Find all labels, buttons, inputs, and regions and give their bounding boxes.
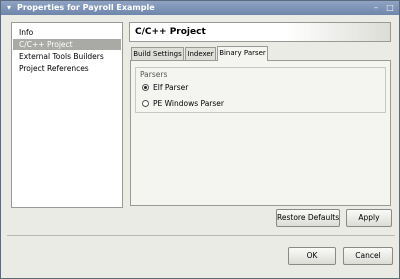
nav-item-cpp-project[interactable]: C/C++ Project	[13, 39, 121, 50]
page-title: C/C++ Project	[135, 27, 206, 37]
elf-parser-label: Elf Parser	[153, 83, 189, 92]
cancel-button[interactable]: Cancel	[343, 247, 393, 265]
window-title: Properties for Payroll Example	[17, 3, 155, 12]
page-header: C/C++ Project	[129, 22, 391, 42]
ok-button[interactable]: OK	[288, 247, 336, 265]
tab-build-settings[interactable]: Build Settings	[131, 47, 184, 61]
elf-parser-radio[interactable]	[142, 83, 149, 91]
maximize-icon[interactable]: □	[385, 3, 395, 13]
restore-defaults-button[interactable]: Restore Defaults	[276, 209, 340, 227]
parsers-group-label: Parsers	[140, 70, 168, 79]
tab-binary-parser[interactable]: Binary Parser	[217, 46, 268, 61]
tab-indexer[interactable]: Indexer	[185, 47, 216, 61]
nav-item-project-references[interactable]: Project References	[13, 63, 121, 74]
parsers-group: Parsers Elf Parser PE Windows Parser	[135, 67, 386, 113]
binary-parser-panel: Parsers Elf Parser PE Windows Parser	[130, 60, 391, 206]
apply-button[interactable]: Apply	[346, 209, 392, 227]
pe-windows-parser-label: PE Windows Parser	[153, 99, 224, 108]
nav-item-info[interactable]: Info	[13, 27, 121, 38]
pe-windows-parser-radio[interactable]	[142, 99, 149, 107]
button-separator	[7, 235, 395, 236]
property-pages-list: Info C/C++ Project External Tools Builde…	[11, 22, 123, 208]
title-bar[interactable]: ▾ Properties for Payroll Example – □	[1, 1, 399, 15]
elf-parser-option[interactable]: Elf Parser	[142, 82, 188, 93]
properties-dialog: ▾ Properties for Payroll Example – □ Inf…	[0, 0, 400, 279]
pe-windows-parser-option[interactable]: PE Windows Parser	[142, 98, 224, 109]
window-menu-icon[interactable]: ▾	[4, 3, 14, 13]
nav-item-external-tools-builders[interactable]: External Tools Builders	[13, 51, 121, 62]
minimize-icon[interactable]: –	[371, 3, 381, 13]
